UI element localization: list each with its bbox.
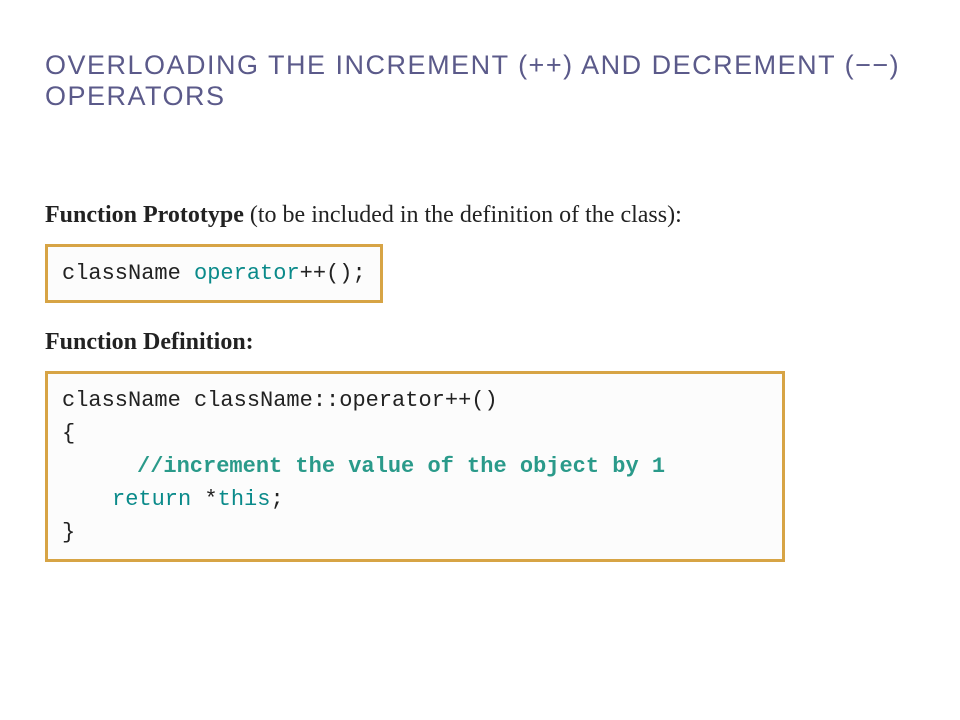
- definition-label-bold: Function Definition:: [45, 329, 254, 355]
- code-line: className className::operator++(): [62, 384, 768, 417]
- code-line: {: [62, 417, 768, 450]
- page-heading: OVERLOADING THE INCREMENT (++) AND DECRE…: [45, 50, 915, 112]
- code-text: className: [62, 261, 194, 286]
- code-line: className operator++();: [62, 261, 366, 286]
- definition-code-box: className className::operator++() { //in…: [45, 371, 785, 562]
- prototype-label-bold: Function Prototype: [45, 202, 244, 228]
- code-keyword-return: return: [112, 487, 191, 512]
- code-text: *: [191, 487, 217, 512]
- code-keyword: operator: [194, 261, 300, 286]
- code-keyword-this: this: [218, 487, 271, 512]
- code-line: //increment the value of the object by 1: [62, 450, 768, 483]
- prototype-label-rest: (to be included in the definition of the…: [244, 202, 682, 228]
- code-text: ;: [270, 487, 283, 512]
- prototype-code-box: className operator++();: [45, 244, 383, 303]
- definition-label: Function Definition:: [45, 329, 915, 356]
- code-line: }: [62, 516, 768, 549]
- code-text: ++();: [300, 261, 366, 286]
- prototype-label: Function Prototype (to be included in th…: [45, 202, 915, 229]
- code-comment: //increment the value of the object by 1: [137, 454, 665, 479]
- code-line: return *this;: [62, 483, 768, 516]
